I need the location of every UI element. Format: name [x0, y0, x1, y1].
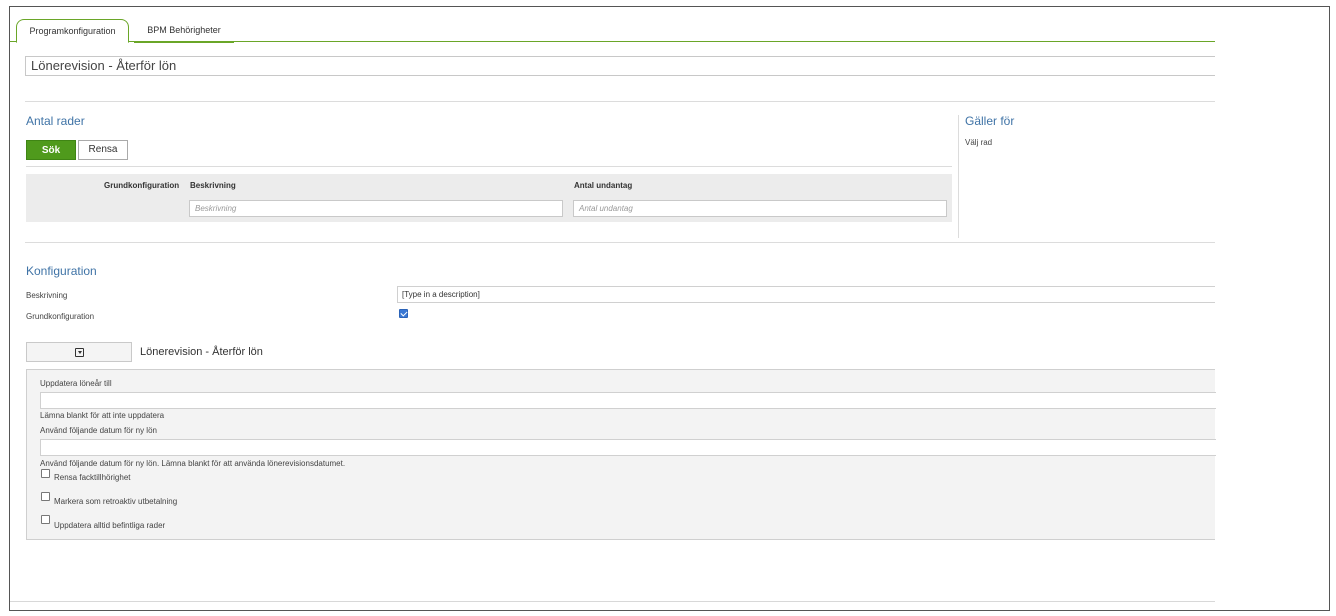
column-header-grundkonfiguration[interactable]: Grundkonfiguration	[104, 181, 179, 190]
tab-programkonfiguration[interactable]: Programkonfiguration	[16, 19, 129, 43]
settings-panel: Uppdatera löneår till Lämna blankt för a…	[26, 369, 1216, 540]
antal-undantag-filter-input[interactable]: Antal undantag	[573, 200, 947, 217]
datum-hint: Använd följande datum för ny lön. Lämna …	[40, 459, 346, 468]
beskrivning-label: Beskrivning	[26, 291, 68, 300]
retroaktiv-utbetalning-checkbox[interactable]	[41, 492, 50, 501]
grundkonfiguration-checkbox[interactable]	[399, 309, 408, 318]
content-area: Programkonfiguration BPM Behörigheter Lö…	[10, 7, 1216, 602]
divider	[26, 166, 952, 167]
rensa-facktillhorighet-label: Rensa facktillhörighet	[54, 473, 131, 482]
search-table: Grundkonfiguration Beskrivning Antal und…	[26, 174, 952, 222]
vertical-divider	[958, 115, 959, 238]
uppdatera-befintliga-checkbox[interactable]	[41, 515, 50, 524]
grundkonfiguration-label: Grundkonfiguration	[26, 312, 95, 321]
galler-for-title: Gäller för	[965, 114, 1015, 128]
column-header-antal-undantag[interactable]: Antal undantag	[574, 181, 632, 190]
uppdatera-loenear-input[interactable]	[40, 392, 1216, 409]
app-window: Programkonfiguration BPM Behörigheter Lö…	[9, 6, 1330, 611]
section-title: Lönerevision - Återför lön	[140, 346, 263, 358]
page-title: Lönerevision - Återför lön	[25, 56, 1215, 76]
antal-rader-title: Antal rader	[26, 114, 85, 128]
clear-button[interactable]: Rensa	[78, 140, 128, 160]
divider	[25, 242, 1215, 243]
datum-input[interactable]	[40, 439, 1216, 456]
beskrivning-filter-input[interactable]: Beskrivning	[189, 200, 563, 217]
uppdatera-label: Uppdatera löneår till	[40, 379, 112, 388]
galler-for-subtitle: Välj rad	[965, 138, 993, 147]
expand-button[interactable]	[26, 342, 132, 362]
column-header-beskrivning[interactable]: Beskrivning	[190, 181, 236, 190]
rensa-facktillhorighet-checkbox[interactable]	[41, 469, 50, 478]
retroaktiv-utbetalning-label: Markera som retroaktiv utbetalning	[54, 497, 178, 506]
uppdatera-befintliga-label: Uppdatera alltid befintliga rader	[54, 521, 166, 530]
uppdatera-hint: Lämna blankt för att inte uppdatera	[40, 411, 165, 420]
beskrivning-input[interactable]: [Type in a description]	[397, 286, 1215, 303]
divider	[25, 101, 1215, 102]
chevron-down-icon	[75, 348, 84, 357]
datum-label: Använd följande datum för ny lön	[40, 426, 157, 435]
search-button[interactable]: Sök	[26, 140, 76, 160]
konfiguration-title: Konfiguration	[26, 264, 97, 278]
tab-bpm-behorigheter[interactable]: BPM Behörigheter	[134, 19, 234, 43]
tab-bar: Programkonfiguration BPM Behörigheter	[10, 15, 1215, 43]
